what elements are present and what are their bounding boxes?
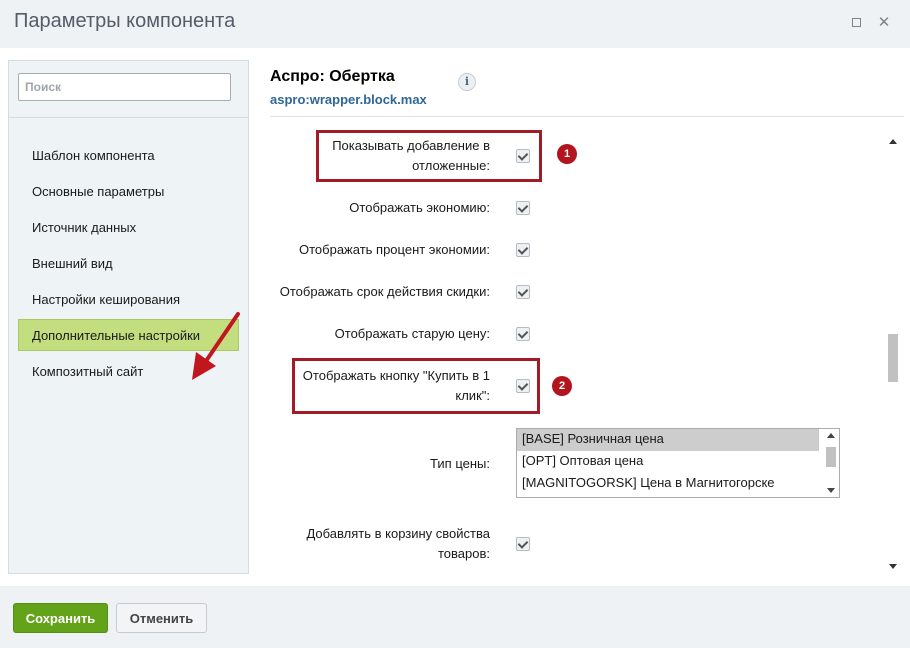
search-input[interactable] <box>18 73 231 101</box>
setting-row-show-discount-time: Отображать срок действия скидки: <box>270 282 870 302</box>
add-props-checkbox[interactable] <box>516 537 530 551</box>
show-one-click-checkbox[interactable] <box>516 379 530 393</box>
show-old-price-checkbox[interactable] <box>516 327 530 341</box>
setting-label: Отображать процент экономии: <box>299 242 490 257</box>
setting-row-add-props: Добавлять в корзину свойства товаров: <box>270 524 870 564</box>
dialog-footer: Сохранить Отменить <box>0 586 910 648</box>
scroll-down-icon[interactable] <box>889 564 897 569</box>
show-delay-checkbox[interactable] <box>516 149 530 163</box>
annotation-arrow-icon <box>192 312 240 380</box>
setting-label: Отображать кнопку "Купить в 1 клик": <box>302 368 490 403</box>
setting-row-show-economy-percent: Отображать процент экономии: <box>270 240 870 260</box>
info-icon[interactable]: i <box>458 73 476 91</box>
setting-label: Показывать добавление в отложенные: <box>332 138 490 173</box>
scroll-thumb[interactable] <box>888 334 898 382</box>
scroll-up-icon[interactable] <box>827 433 835 438</box>
window-titlebar: Параметры компонента ✕ <box>0 0 910 48</box>
cancel-button[interactable]: Отменить <box>116 603 207 633</box>
scroll-up-icon[interactable] <box>889 139 897 144</box>
save-button[interactable]: Сохранить <box>13 603 108 633</box>
window-title: Параметры компонента <box>14 10 236 32</box>
price-type-option[interactable]: [MAGNITOGORSK] Цена в Магнитогорске <box>517 473 819 495</box>
price-type-option[interactable]: [OPT] Оптовая цена <box>517 451 819 473</box>
scroll-thumb[interactable] <box>826 447 836 467</box>
component-title: Аспро: Обертка <box>270 68 395 85</box>
sidebar-item-data-source[interactable]: Источник данных <box>18 211 239 243</box>
scroll-down-icon[interactable] <box>827 488 835 493</box>
setting-row-show-delay: Показывать добавление в отложенные: <box>270 136 870 176</box>
show-discount-time-checkbox[interactable] <box>516 285 530 299</box>
price-type-option[interactable]: [BASE] Розничная цена <box>517 429 819 451</box>
setting-label: Добавлять в корзину свойства товаров: <box>306 526 490 561</box>
close-icon[interactable]: ✕ <box>876 15 892 31</box>
listbox-scrollbar[interactable] <box>823 429 839 497</box>
show-economy-percent-checkbox[interactable] <box>516 243 530 257</box>
sidebar-divider <box>9 117 248 118</box>
setting-row-show-economy: Отображать экономию: <box>270 198 870 218</box>
setting-row-show-one-click: Отображать кнопку "Купить в 1 клик": <box>270 366 870 406</box>
settings-scrollbar[interactable] <box>886 136 900 572</box>
sidebar-item-template[interactable]: Шаблон компонента <box>18 139 239 171</box>
dialog-content: Шаблон компонента Основные параметры Ист… <box>0 48 910 586</box>
setting-label: Тип цены: <box>430 456 490 471</box>
sidebar-item-main-params[interactable]: Основные параметры <box>18 175 239 207</box>
component-code: aspro:wrapper.block.max <box>270 92 427 107</box>
sidebar-item-appearance[interactable]: Внешний вид <box>18 247 239 279</box>
setting-label: Отображать срок действия скидки: <box>279 284 490 299</box>
setting-label: Отображать экономию: <box>349 200 490 215</box>
header-divider <box>270 116 904 117</box>
price-type-listbox[interactable]: [BASE] Розничная цена [OPT] Оптовая цена… <box>516 428 840 498</box>
maximize-icon[interactable] <box>848 15 864 31</box>
settings-panel: Аспро: Обертка i aspro:wrapper.block.max… <box>270 48 910 586</box>
show-economy-checkbox[interactable] <box>516 201 530 215</box>
setting-label: Отображать старую цену: <box>334 326 490 341</box>
setting-row-show-old-price: Отображать старую цену: <box>270 324 870 344</box>
